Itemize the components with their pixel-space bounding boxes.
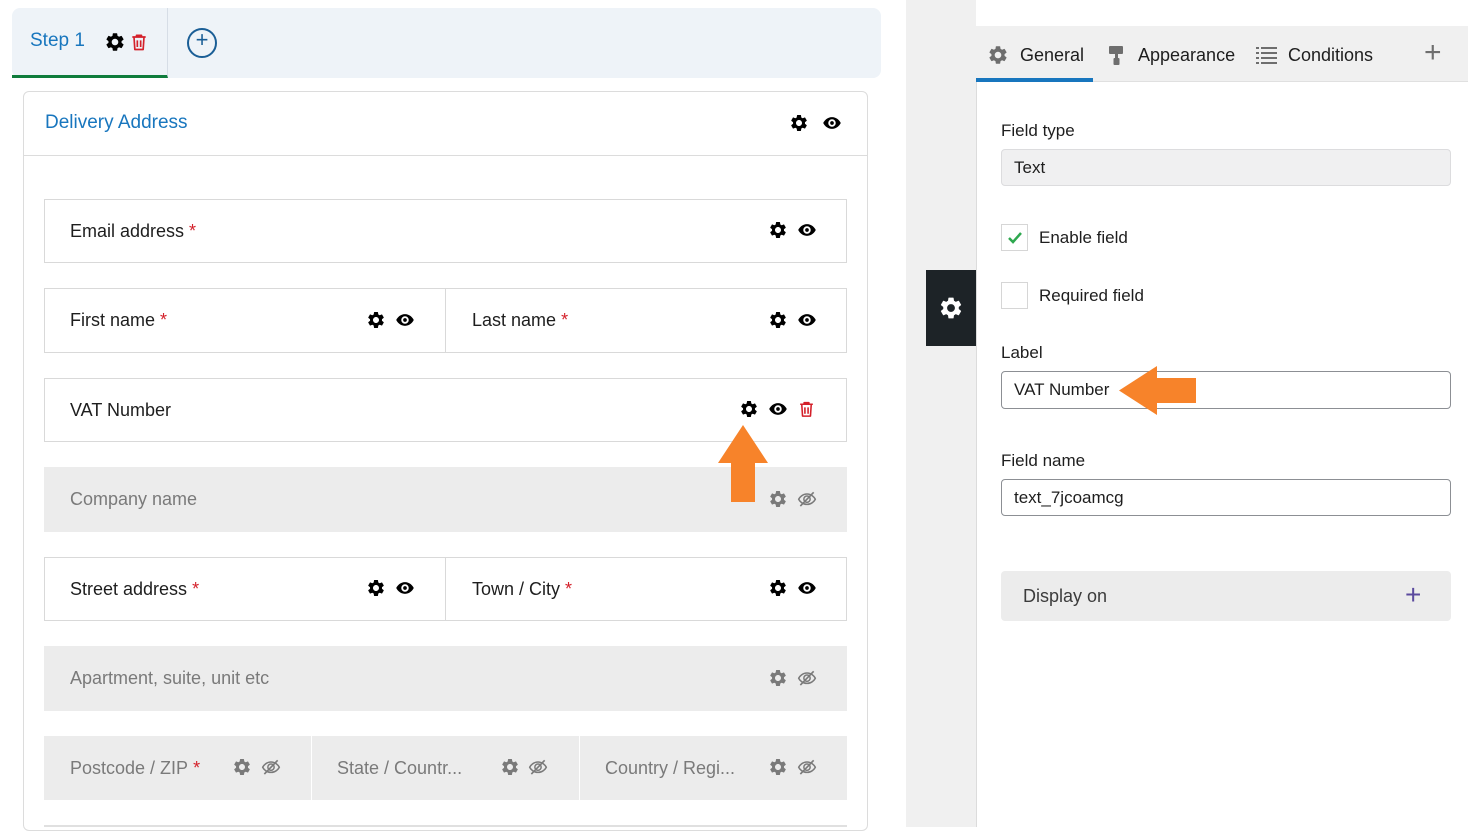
field-type-label: Field type bbox=[1001, 121, 1075, 140]
tab-appearance-label: Appearance bbox=[1138, 44, 1236, 65]
display-on-label: Display on bbox=[1023, 586, 1108, 606]
field-company-name-eye-off-icon[interactable] bbox=[797, 489, 817, 509]
field-town-city-gear-icon[interactable] bbox=[768, 578, 788, 598]
field-apartment-label: Apartment, suite, unit etc bbox=[70, 668, 270, 688]
step-tab-label[interactable]: Step 1 bbox=[30, 30, 85, 52]
field-town-city-label: Town / City * bbox=[472, 579, 573, 599]
field-apartment-eye-off-icon[interactable] bbox=[797, 668, 817, 688]
required-field-label: Required field bbox=[1039, 286, 1144, 305]
field-country-label: Country / Regi... bbox=[605, 758, 736, 778]
add-step-button[interactable]: + bbox=[187, 27, 217, 58]
display-on-plus-icon[interactable]: + bbox=[1405, 579, 1421, 611]
field-street-address-gear-icon[interactable] bbox=[366, 578, 386, 598]
label-input[interactable]: VAT Number bbox=[1001, 371, 1451, 409]
field-apartment-gear-icon[interactable] bbox=[768, 668, 788, 688]
field-vat-number-trash-icon[interactable] bbox=[797, 399, 816, 419]
field-email-gear-icon[interactable] bbox=[768, 220, 788, 240]
field-first-name-label: First name * bbox=[70, 310, 168, 330]
field-first-name-eye-icon[interactable] bbox=[395, 310, 415, 330]
tab-appearance[interactable]: Appearance bbox=[1107, 42, 1235, 68]
section-divider bbox=[23, 155, 868, 156]
panel-gutter bbox=[906, 0, 976, 827]
field-email-eye-icon[interactable] bbox=[797, 220, 817, 240]
field-type-select[interactable]: Text bbox=[1001, 149, 1451, 186]
field-last-name-label: Last name * bbox=[472, 310, 569, 330]
step-settings-gear-icon[interactable] bbox=[104, 31, 126, 53]
section-title: Delivery Address bbox=[45, 112, 188, 133]
gear-icon bbox=[987, 44, 1009, 66]
field-state-gear-icon[interactable] bbox=[500, 757, 520, 777]
add-tab-plus-icon[interactable]: + bbox=[1424, 36, 1442, 70]
field-vat-number-label: VAT Number bbox=[70, 400, 172, 420]
step-delete-trash-icon[interactable] bbox=[129, 31, 149, 53]
paint-roller-icon bbox=[1109, 46, 1123, 65]
field-postcode-gear-icon[interactable] bbox=[232, 757, 252, 777]
field-email-label: Email address * bbox=[70, 221, 197, 241]
field-country-eye-off-icon[interactable] bbox=[797, 757, 817, 777]
field-vat-number-eye-icon[interactable] bbox=[768, 399, 788, 419]
field-postcode-eye-off-icon[interactable] bbox=[261, 757, 281, 777]
section-settings-gear-icon[interactable] bbox=[789, 113, 809, 133]
enable-field-label: Enable field bbox=[1039, 228, 1128, 247]
settings-panel bbox=[976, 26, 1468, 827]
field-street-address-label: Street address * bbox=[70, 579, 200, 599]
field-country-gear-icon[interactable] bbox=[768, 757, 788, 777]
field-company-name-gear-icon[interactable] bbox=[768, 489, 788, 509]
field-street-address-eye-icon[interactable] bbox=[395, 578, 415, 598]
field-last-name-gear-icon[interactable] bbox=[768, 310, 788, 330]
section-visibility-eye-icon[interactable] bbox=[822, 113, 842, 133]
label-input-value: VAT Number bbox=[1014, 380, 1110, 399]
tab-active-indicator bbox=[976, 78, 1093, 82]
label-field-label: Label bbox=[1001, 343, 1043, 362]
plus-icon: + bbox=[195, 27, 209, 52]
field-name-label: Field name bbox=[1001, 451, 1086, 470]
list-icon bbox=[1256, 47, 1277, 64]
display-on-accordion[interactable]: Display on + bbox=[1001, 571, 1451, 621]
field-name-input[interactable]: text_7jcoamcg bbox=[1001, 479, 1451, 516]
tab-general-label: General bbox=[1020, 44, 1085, 65]
field-town-city-eye-icon[interactable] bbox=[797, 578, 817, 598]
field-type-value: Text bbox=[1014, 157, 1046, 177]
panel-toggle-handle[interactable] bbox=[926, 270, 976, 346]
field-first-name-gear-icon[interactable] bbox=[366, 310, 386, 330]
field-postcode-label: Postcode / ZIP * bbox=[70, 758, 201, 778]
tab-general[interactable]: General bbox=[987, 42, 1084, 68]
field-state-eye-off-icon[interactable] bbox=[528, 757, 548, 777]
field-company-name-label: Company name bbox=[70, 489, 198, 509]
checkmark-icon bbox=[1008, 232, 1022, 244]
tab-conditions[interactable]: Conditions bbox=[1256, 42, 1373, 68]
field-vat-number-gear-icon[interactable] bbox=[739, 399, 759, 419]
enable-field-checkbox[interactable] bbox=[1001, 224, 1028, 251]
gear-icon bbox=[938, 295, 964, 321]
field-state-label: State / Countr... bbox=[337, 758, 463, 778]
required-field-checkbox[interactable] bbox=[1001, 282, 1028, 309]
field-name-input-value: text_7jcoamcg bbox=[1014, 487, 1124, 507]
tab-conditions-label: Conditions bbox=[1288, 44, 1374, 65]
annotation-arrow-left-icon bbox=[1119, 366, 1196, 415]
annotation-arrow-up-icon bbox=[718, 425, 768, 502]
field-last-name-eye-icon[interactable] bbox=[797, 310, 817, 330]
